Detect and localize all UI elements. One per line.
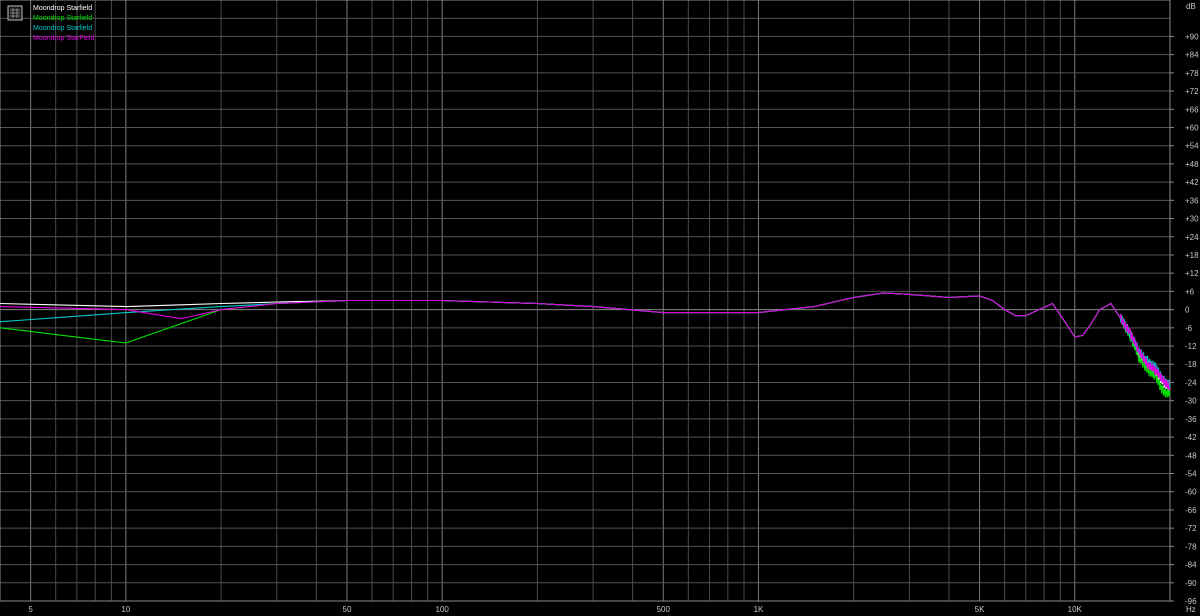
frequency-response-chart: +90+84+78+72+66+60+54+48+42+36+30+24+18+… <box>0 0 1200 616</box>
x-tick-label: 50 <box>343 605 352 614</box>
y-tick-label: +36 <box>1185 196 1199 205</box>
y-tick-label: -78 <box>1185 542 1197 551</box>
legend-icon <box>7 5 23 21</box>
y-tick-label: -18 <box>1185 360 1197 369</box>
x-tick-label: 500 <box>657 605 671 614</box>
legend-entry: Moondrop Starfield <box>33 15 92 22</box>
y-tick-label: -60 <box>1185 488 1197 497</box>
x-tick-label: 5K <box>975 605 985 614</box>
legend-entry: Moondrop Starfield <box>33 25 92 32</box>
y-tick-label: -6 <box>1185 324 1193 333</box>
y-tick-label: -90 <box>1185 579 1197 588</box>
y-tick-label: +90 <box>1185 32 1199 41</box>
y-tick-label: -72 <box>1185 524 1197 533</box>
y-tick-label: +42 <box>1185 178 1199 187</box>
legend-entry: Moondrop Starfield <box>33 5 92 12</box>
y-tick-label: +54 <box>1185 142 1199 151</box>
x-tick-label: 10 <box>121 605 130 614</box>
y-tick-label: 0 <box>1185 306 1190 315</box>
x-tick-label: 5 <box>28 605 33 614</box>
y-tick-label: +24 <box>1185 233 1199 242</box>
y-tick-label: -30 <box>1185 397 1197 406</box>
chart-background <box>0 0 1200 616</box>
y-tick-label: -36 <box>1185 415 1197 424</box>
y-tick-label: -66 <box>1185 506 1197 515</box>
y-axis-unit: dB <box>1186 2 1196 11</box>
y-tick-label: +60 <box>1185 123 1199 132</box>
y-tick-label: -24 <box>1185 378 1197 387</box>
y-tick-label: +6 <box>1185 287 1195 296</box>
y-tick-label: +72 <box>1185 87 1199 96</box>
y-tick-label: +48 <box>1185 160 1199 169</box>
y-tick-label: -84 <box>1185 561 1197 570</box>
x-axis-unit: Hz <box>1186 605 1196 614</box>
y-tick-label: -48 <box>1185 451 1197 460</box>
legend-entry: Moondrop StarField <box>33 35 95 42</box>
x-tick-label: 100 <box>435 605 449 614</box>
y-tick-label: -54 <box>1185 470 1197 479</box>
x-tick-label: 10K <box>1068 605 1083 614</box>
y-tick-label: -42 <box>1185 433 1197 442</box>
y-tick-label: -12 <box>1185 342 1197 351</box>
y-tick-label: +18 <box>1185 251 1199 260</box>
y-tick-label: +84 <box>1185 51 1199 60</box>
y-tick-label: +30 <box>1185 215 1199 224</box>
y-tick-label: +12 <box>1185 269 1199 278</box>
x-tick-label: 1K <box>754 605 764 614</box>
y-tick-label: +78 <box>1185 69 1199 78</box>
y-tick-label: +66 <box>1185 105 1199 114</box>
